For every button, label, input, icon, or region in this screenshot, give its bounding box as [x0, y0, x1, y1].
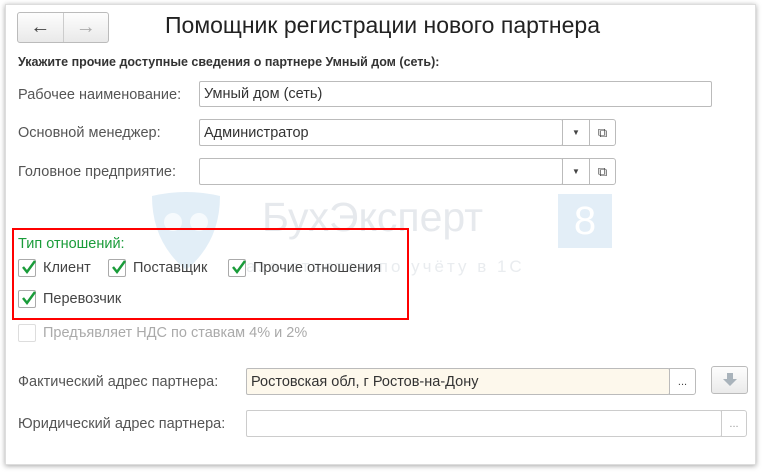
watermark-badge: 8	[558, 194, 612, 248]
actual-address-select-button[interactable]: ...	[669, 368, 696, 395]
working-name-input[interactable]: Умный дом (сеть)	[199, 81, 712, 107]
checkmark-icon	[232, 260, 247, 275]
checkbox-other-label: Прочие отношения	[253, 260, 382, 276]
checkbox-vat-label: Предъявляет НДС по ставкам 4% и 2%	[43, 325, 308, 341]
open-icon: ⧉	[597, 124, 608, 140]
checkbox-box[interactable]	[18, 259, 37, 277]
checkbox-client-label: Клиент	[43, 260, 91, 276]
checkmark-icon	[112, 260, 127, 275]
checkbox-carrier-label: Перевозчик	[43, 291, 122, 307]
checkbox-box[interactable]	[18, 290, 37, 308]
forward-button[interactable]: →	[64, 13, 109, 42]
back-button[interactable]: ←	[18, 13, 64, 42]
checkbox-supplier-label: Поставщик	[133, 260, 208, 276]
head-company-dropdown-button[interactable]: ▼	[562, 158, 590, 185]
manager-dropdown-button[interactable]: ▼	[562, 119, 590, 146]
head-company-open-button[interactable]: ⧉	[589, 158, 616, 185]
open-icon: ⧉	[597, 163, 608, 179]
subtitle: Укажите прочие доступные сведения о парт…	[18, 55, 440, 69]
legal-address-label: Юридический адрес партнера:	[18, 416, 226, 432]
relations-label: Тип отношений:	[18, 236, 125, 252]
actual-address-input[interactable]: Ростовская обл, г Ростов-на-Дону	[246, 368, 670, 395]
manager-label: Основной менеджер:	[18, 125, 161, 141]
legal-address-input[interactable]	[246, 410, 722, 437]
checkmark-icon	[22, 260, 37, 275]
checkbox-box[interactable]	[228, 259, 247, 277]
chevron-down-icon: ▼	[572, 167, 580, 176]
navigation-buttons: ← →	[17, 12, 109, 43]
manager-open-button[interactable]: ⧉	[589, 119, 616, 146]
head-company-label: Головное предприятие:	[18, 164, 177, 180]
fill-address-button[interactable]	[711, 366, 748, 394]
manager-input[interactable]: Администратор	[199, 119, 563, 146]
working-name-label: Рабочее наименование:	[18, 87, 182, 103]
head-company-input[interactable]	[199, 158, 563, 185]
actual-address-label: Фактический адрес партнера:	[18, 374, 219, 390]
legal-address-select-button[interactable]: ...	[721, 410, 747, 437]
checkbox-box[interactable]	[108, 259, 127, 277]
checkmark-icon	[22, 291, 37, 306]
window-title: Помощник регистрации нового партнера	[165, 12, 601, 38]
arrow-down-icon	[722, 373, 737, 386]
chevron-down-icon: ▼	[572, 128, 580, 137]
checkbox-box[interactable]	[18, 324, 36, 342]
